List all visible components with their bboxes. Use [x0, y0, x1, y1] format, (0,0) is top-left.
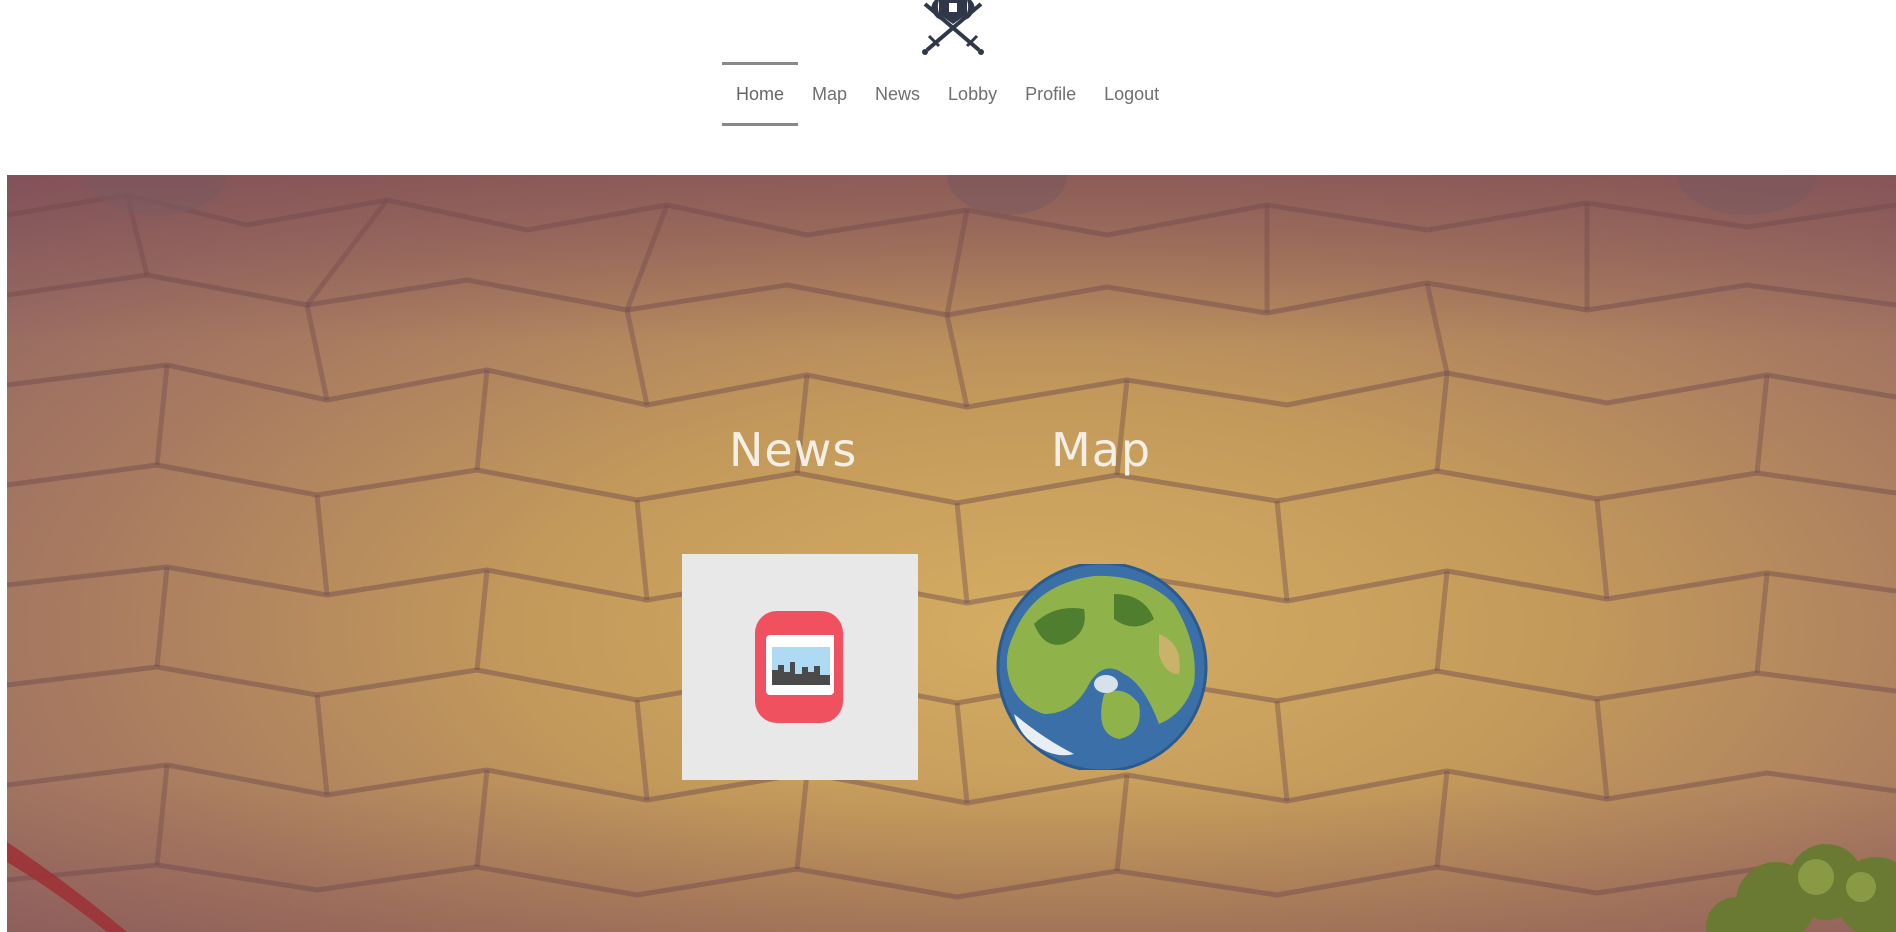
nav-map[interactable]: Map [798, 62, 861, 126]
rug-decoration [7, 842, 127, 932]
nav-profile[interactable]: Profile [1011, 62, 1090, 126]
world-globe-map-icon [996, 561, 1208, 773]
hero-background [7, 175, 1896, 932]
logo-icon[interactable] [905, 0, 1001, 56]
bush-decoration [1706, 844, 1896, 932]
nav-logout[interactable]: Logout [1090, 62, 1173, 126]
map-card[interactable] [994, 561, 1210, 773]
nav-lobby[interactable]: Lobby [934, 62, 1011, 126]
nav-news[interactable]: News [861, 62, 934, 126]
news-card[interactable] [682, 554, 918, 780]
nav-home[interactable]: Home [722, 62, 799, 126]
map-section-title: Map [1051, 423, 1152, 477]
hero-vignette [7, 175, 1896, 932]
news-photo-icon [755, 611, 843, 723]
main-nav: Home Map News Lobby Profile Logout [722, 62, 1173, 126]
news-section-title: News [729, 423, 858, 477]
